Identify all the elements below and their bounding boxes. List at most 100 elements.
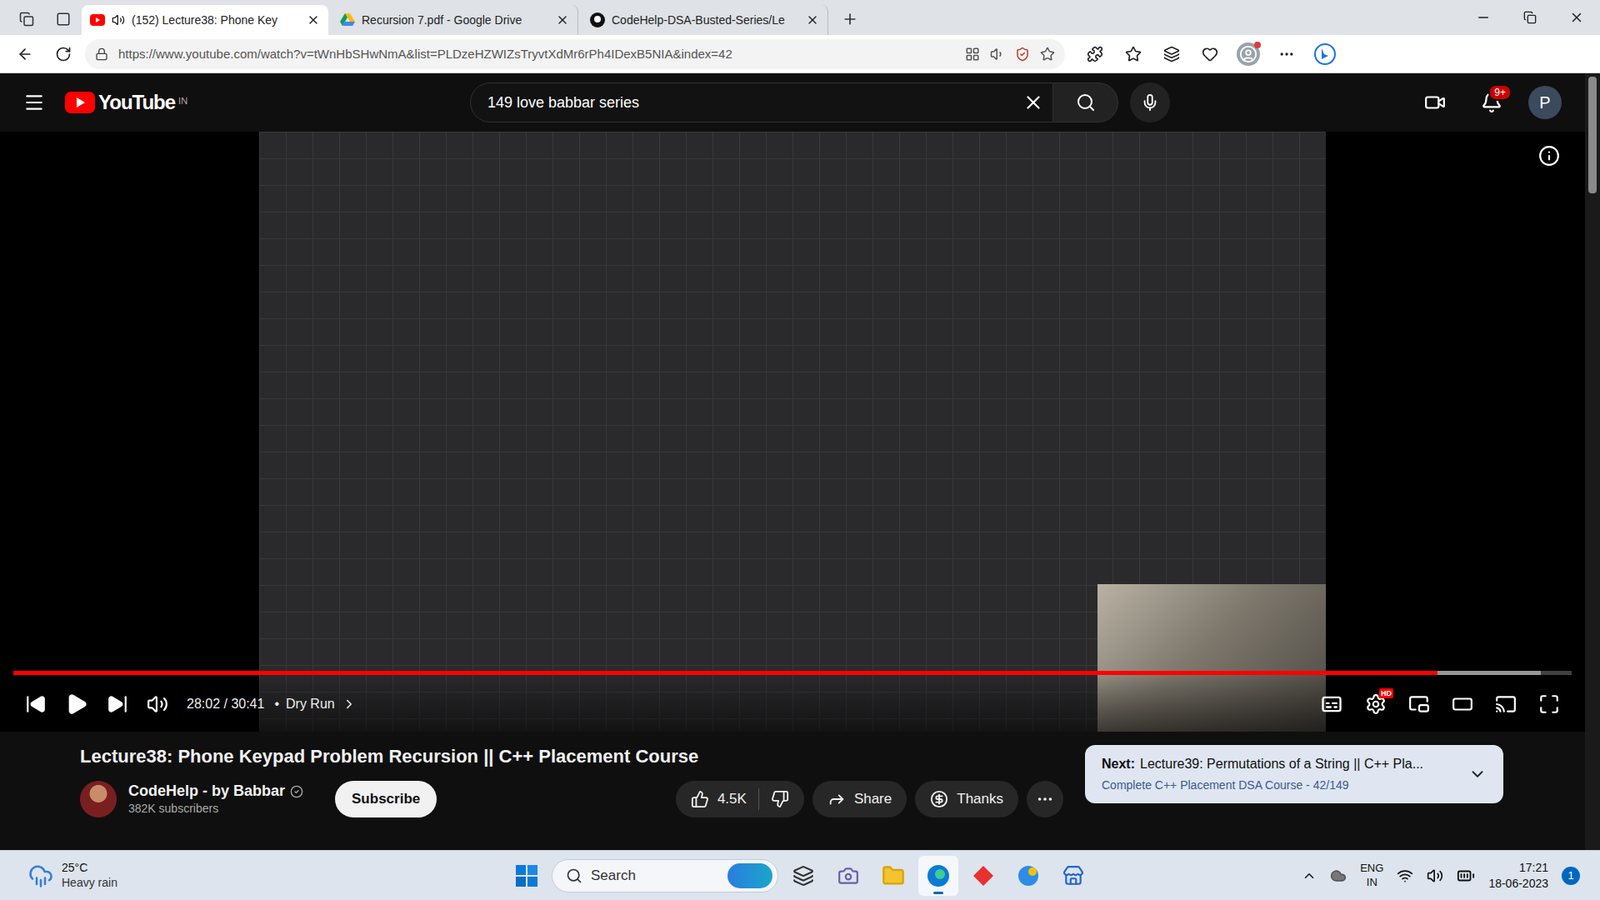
next-label: Next: <box>1101 756 1135 771</box>
collections-button[interactable] <box>1155 39 1189 70</box>
video-player[interactable]: 28:02 / 30:41•Dry RunHD <box>0 131 1585 732</box>
voice-search-button[interactable] <box>1130 82 1170 123</box>
read-aloud-icon[interactable] <box>990 46 1005 62</box>
app-available-icon[interactable] <box>965 46 980 62</box>
like-icon[interactable] <box>690 790 710 809</box>
taskbar-app[interactable] <box>1008 855 1049 896</box>
taskbar-app[interactable] <box>963 855 1004 896</box>
next-icon[interactable] <box>106 693 129 715</box>
fullscreen-icon[interactable] <box>1538 693 1560 715</box>
taskbar-app[interactable] <box>873 855 914 896</box>
next-video-card[interactable]: Next:Lecture39: Permutations of a String… <box>1085 745 1504 804</box>
tracking-prevention-icon[interactable] <box>1015 46 1030 62</box>
captions-icon[interactable] <box>1320 692 1344 716</box>
bing-search-icon[interactable] <box>727 863 773 889</box>
store-icon[interactable] <box>1062 865 1085 887</box>
chapter-separator: • <box>274 696 280 712</box>
audio-playing-icon[interactable] <box>111 13 125 27</box>
volume-icon[interactable] <box>146 693 169 715</box>
browser-tab[interactable]: Recursion 7.pdf - Google Drive <box>331 5 579 35</box>
favorite-icon[interactable] <box>1040 46 1055 62</box>
like-dislike-button[interactable]: 4.5K <box>675 780 805 818</box>
dislike-icon[interactable] <box>770 790 790 809</box>
settings-button[interactable]: HD <box>1365 693 1387 715</box>
new-tab-button[interactable] <box>831 3 869 35</box>
taskbar-search-icon <box>565 867 583 885</box>
cast-icon[interactable] <box>1495 693 1517 715</box>
hidden-icons-icon[interactable] <box>1301 868 1317 884</box>
taskbar-app[interactable] <box>918 855 959 896</box>
page-scrollbar[interactable] <box>1585 73 1600 850</box>
taskbar-app[interactable] <box>783 855 824 896</box>
back-button[interactable] <box>8 39 42 70</box>
meet-icon[interactable] <box>837 865 860 887</box>
reload-button[interactable] <box>46 39 80 70</box>
taskbar-app[interactable] <box>828 855 869 896</box>
close-tab-icon[interactable] <box>306 13 320 27</box>
copilot-button[interactable] <box>1308 39 1342 70</box>
windows-start-icon[interactable] <box>515 865 538 887</box>
favorites-button[interactable] <box>1116 39 1150 70</box>
chapter-button[interactable]: •Dry Run <box>274 696 356 712</box>
expand-icon[interactable] <box>1468 765 1487 784</box>
subscribe-button[interactable]: Subscribe <box>335 780 437 818</box>
notification-center-badge[interactable]: 1 <box>1561 866 1580 885</box>
speaker-icon[interactable] <box>1426 867 1444 885</box>
browser-tab[interactable]: CodeHelp-DSA-Busted-Series/Le <box>581 5 829 35</box>
language-indicator[interactable]: ENGIN <box>1360 861 1384 890</box>
workspaces-button[interactable] <box>8 3 45 35</box>
browser-tab[interactable]: (152) Lecture38: Phone Key <box>81 5 329 35</box>
create-button[interactable] <box>1415 82 1455 123</box>
url-field[interactable]: https://www.youtube.com/watch?v=tWnHbSHw… <box>85 39 1065 70</box>
onedrive-icon[interactable] <box>1330 867 1347 885</box>
taskbar-search[interactable]: Search <box>551 859 779 893</box>
weather-widget[interactable]: 25°CHeavy rain <box>11 860 507 890</box>
extensions-button[interactable] <box>1078 39 1112 70</box>
share-button[interactable]: Share <box>812 780 907 818</box>
scrollbar-thumb[interactable] <box>1588 76 1597 194</box>
taskbar-app[interactable] <box>1053 855 1094 896</box>
progress-bar[interactable] <box>13 670 1572 675</box>
start-button[interactable] <box>506 855 547 896</box>
close-tab-icon[interactable] <box>555 13 570 27</box>
tips-icon[interactable] <box>1017 865 1040 887</box>
theater-mode-icon[interactable] <box>1451 693 1474 715</box>
minimize-button[interactable] <box>1460 0 1507 35</box>
channel-left: CodeHelp - by Babbar382K subscribersSubs… <box>80 780 437 818</box>
search-input[interactable]: 149 love babbar series <box>470 82 1054 123</box>
miniplayer-icon[interactable] <box>1408 693 1430 715</box>
profile-button[interactable] <box>1231 39 1265 70</box>
task-view-icon[interactable] <box>792 865 815 887</box>
notifications-button[interactable]: 9+ <box>1471 82 1512 123</box>
settings-menu-button[interactable] <box>1270 39 1304 70</box>
channel-name[interactable]: CodeHelp - by Babbar <box>128 782 304 800</box>
thanks-button[interactable]: Thanks <box>915 780 1019 818</box>
restore-button[interactable] <box>1506 0 1554 35</box>
previous-icon[interactable] <box>25 693 47 715</box>
health-button[interactable] <box>1193 39 1227 70</box>
info-button[interactable] <box>1538 145 1560 170</box>
file-explorer-icon[interactable] <box>881 864 905 888</box>
language-text: IN <box>1366 875 1378 890</box>
url-text: https://www.youtube.com/watch?v=tWnHbSHw… <box>118 46 955 61</box>
wifi-icon[interactable] <box>1396 867 1414 885</box>
app-diamond-icon[interactable] <box>972 865 995 887</box>
clock[interactable]: 17:2118-06-2023 <box>1488 860 1549 890</box>
running-indicator <box>933 891 944 895</box>
lock-icon[interactable] <box>95 47 109 61</box>
more-actions-button[interactable] <box>1026 780 1064 818</box>
channel-avatar[interactable] <box>80 780 117 818</box>
menu-icon[interactable] <box>23 91 45 114</box>
youtube-logo[interactable]: YouTubeIN <box>65 90 188 115</box>
close-tab-icon[interactable] <box>805 13 820 27</box>
tab-actions-button[interactable] <box>45 3 82 35</box>
play-icon[interactable] <box>65 692 89 716</box>
user-avatar[interactable]: P <box>1528 85 1562 120</box>
close-window-button[interactable] <box>1553 0 1600 35</box>
battery-icon[interactable] <box>1456 866 1475 885</box>
clear-search-icon[interactable] <box>1022 91 1045 114</box>
tab-actions-icon <box>55 11 71 27</box>
video-frame[interactable] <box>259 131 1326 732</box>
search-button[interactable] <box>1053 82 1119 123</box>
edge-icon[interactable] <box>926 864 950 888</box>
